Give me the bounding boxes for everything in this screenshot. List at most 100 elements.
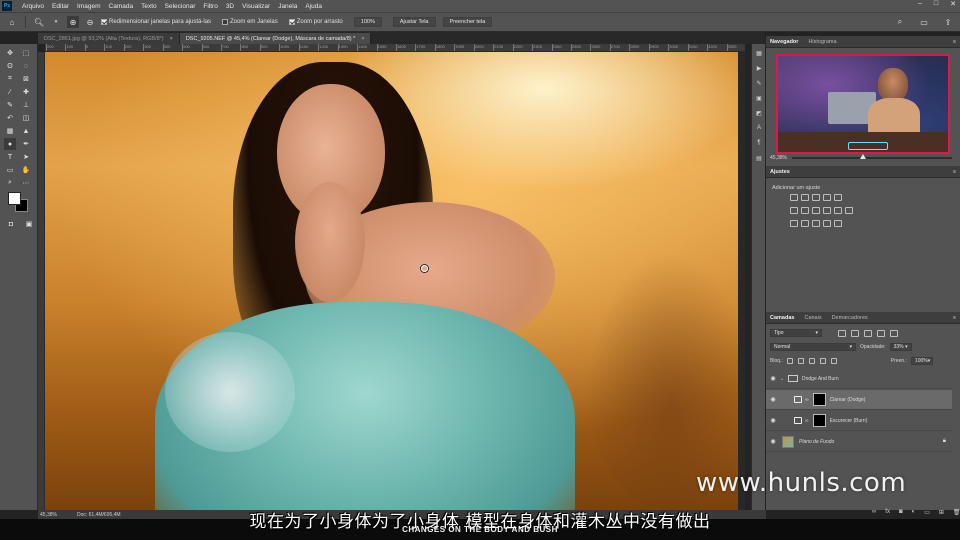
quick-mask-icon[interactable]: ◘: [5, 218, 17, 230]
filter-shape-icon[interactable]: [877, 329, 885, 337]
levels-icon[interactable]: [801, 194, 809, 201]
photo-canvas[interactable]: [45, 52, 738, 510]
eraser-tool-icon[interactable]: ◫: [20, 112, 32, 124]
menu-janela[interactable]: Janela: [274, 3, 301, 10]
dodge-tool-icon[interactable]: ●: [4, 138, 16, 150]
zoom-out-icon[interactable]: ⊖: [84, 16, 96, 28]
photo-filter-icon[interactable]: [823, 207, 831, 214]
share-icon[interactable]: ⇪: [942, 16, 954, 28]
healing-tool-icon[interactable]: ✚: [20, 86, 32, 98]
zoom-tool-icon[interactable]: ⌕: [4, 177, 16, 189]
zoom-100-button[interactable]: 100%: [353, 17, 382, 27]
filter-type-icon[interactable]: [864, 329, 872, 337]
layer-thumbnail[interactable]: [782, 435, 794, 448]
panel-menu-icon[interactable]: ≡: [953, 169, 956, 175]
scrubby-zoom-checkbox[interactable]: Zoom por arrasto: [288, 19, 343, 25]
fill-input[interactable]: 100% ▾: [910, 357, 933, 365]
threshold-icon[interactable]: [812, 220, 820, 227]
shape-tool-icon[interactable]: ▭: [4, 164, 16, 176]
lock-pixels-icon[interactable]: [797, 358, 804, 364]
resize-windows-checkbox[interactable]: Redimensionar janelas para ajustá-las: [101, 19, 211, 25]
color-swatches[interactable]: [8, 192, 30, 214]
pen-tool-icon[interactable]: ✒: [20, 138, 32, 150]
color-balance-icon[interactable]: [801, 207, 809, 214]
document-tab-active[interactable]: DSC_9205.NEF @ 45,4% (Clarear (Dodge), M…: [179, 33, 372, 44]
invert-icon[interactable]: [790, 220, 798, 227]
type-tool-icon[interactable]: T: [4, 151, 16, 163]
eye-icon[interactable]: ◉: [766, 438, 780, 445]
fill-screen-button[interactable]: Preencher tela: [442, 17, 493, 27]
home-icon[interactable]: ⌂: [6, 16, 18, 28]
brush-tool-icon[interactable]: ✎: [4, 99, 16, 111]
frame-tool-icon[interactable]: ⊠: [20, 73, 32, 85]
color-lookup-icon[interactable]: [845, 207, 853, 214]
play-action-icon[interactable]: ▶: [752, 62, 766, 74]
history-brush-tool-icon[interactable]: ↶: [4, 112, 16, 124]
paragraph-panel-icon[interactable]: ¶: [752, 137, 766, 149]
lock-artboard-icon[interactable]: [819, 358, 826, 364]
minimize-button[interactable]: –: [918, 0, 922, 8]
filter-smart-icon[interactable]: [890, 329, 898, 337]
eye-icon[interactable]: ◉: [766, 375, 780, 382]
menu-selecionar[interactable]: Selecionar: [161, 3, 200, 10]
crop-tool-icon[interactable]: ⌗: [4, 73, 16, 85]
maximize-button[interactable]: □: [934, 0, 938, 8]
fit-screen-button[interactable]: Ajustar Tela: [392, 17, 436, 27]
tab-paths[interactable]: Demarcadores: [832, 315, 868, 321]
close-icon[interactable]: ×: [361, 36, 364, 42]
curves-icon[interactable]: [812, 194, 820, 201]
gradient-map-icon[interactable]: [823, 220, 831, 227]
navigator-zoom-slider[interactable]: [792, 154, 952, 159]
layer-mask-thumbnail[interactable]: [812, 393, 826, 406]
character-panel-icon[interactable]: A: [752, 122, 766, 134]
filter-adjustment-icon[interactable]: [851, 329, 859, 337]
chevron-down-icon[interactable]: ▾: [50, 16, 62, 28]
opacity-input[interactable]: 33% ▾: [889, 343, 912, 351]
swatches-panel-icon[interactable]: ◩: [752, 107, 766, 119]
tab-histogram[interactable]: Histograma: [808, 39, 836, 45]
filter-pixel-icon[interactable]: [838, 329, 846, 337]
zoom-in-icon[interactable]: ⊕: [67, 16, 79, 28]
path-select-tool-icon[interactable]: ➤: [20, 151, 32, 163]
close-window-button[interactable]: ✕: [950, 0, 956, 8]
blur-tool-icon[interactable]: ▲: [20, 125, 32, 137]
layer-row-burn[interactable]: ◉ ∞ Escurecer (Burn): [766, 411, 952, 431]
eye-icon[interactable]: ◉: [766, 417, 780, 424]
menu-texto[interactable]: Texto: [137, 3, 161, 10]
lasso-tool-icon[interactable]: ʘ: [4, 60, 16, 72]
slider-knob[interactable]: [860, 154, 866, 159]
channel-mixer-icon[interactable]: [834, 207, 842, 214]
vibrance-icon[interactable]: [834, 194, 842, 201]
color-panel-icon[interactable]: ▣: [752, 92, 766, 104]
layer-filter-select[interactable]: Tipo ▾: [770, 329, 822, 337]
lock-transparent-icon[interactable]: [786, 358, 793, 364]
menu-visualizar[interactable]: Visualizar: [238, 3, 274, 10]
menu-arquivo[interactable]: Arquivo: [18, 3, 48, 10]
search-icon[interactable]: ⌕: [894, 16, 906, 28]
screen-mode-icon[interactable]: ▣: [23, 218, 35, 230]
close-icon[interactable]: ×: [170, 36, 173, 42]
hand-tool-icon[interactable]: ✋: [20, 164, 32, 176]
move-tool-icon[interactable]: ✥: [4, 47, 16, 59]
quick-select-tool-icon[interactable]: ◌: [20, 60, 32, 72]
navigator-zoom-value[interactable]: 45,38%: [770, 155, 787, 161]
selective-color-icon[interactable]: [834, 220, 842, 227]
foreground-color-swatch[interactable]: [8, 192, 21, 205]
navigator-thumbnail[interactable]: [776, 54, 950, 154]
lock-all-icon[interactable]: [830, 358, 837, 364]
clone-stamp-tool-icon[interactable]: ⊥: [20, 99, 32, 111]
posterize-icon[interactable]: [801, 220, 809, 227]
menu-editar[interactable]: Editar: [48, 3, 73, 10]
zoom-all-windows-checkbox[interactable]: Zoom em Janelas: [222, 19, 278, 25]
zoom-tool-icon[interactable]: 🔍︎: [33, 16, 45, 28]
panel-menu-icon[interactable]: ≡: [953, 39, 956, 45]
brush-settings-icon[interactable]: ✎: [752, 77, 766, 89]
canvas-area[interactable]: [45, 52, 745, 510]
document-tab[interactable]: DSC_2861.jpg @ 93,2% (Alta (Textura), RG…: [38, 33, 180, 44]
eye-icon[interactable]: ◉: [766, 396, 780, 403]
panel-menu-icon[interactable]: ≡: [953, 315, 956, 321]
workspace-icon[interactable]: ▭: [918, 16, 930, 28]
gradient-tool-icon[interactable]: ▦: [4, 125, 16, 137]
menu-filtro[interactable]: Filtro: [199, 3, 221, 10]
layer-mask-thumbnail[interactable]: [812, 414, 826, 427]
